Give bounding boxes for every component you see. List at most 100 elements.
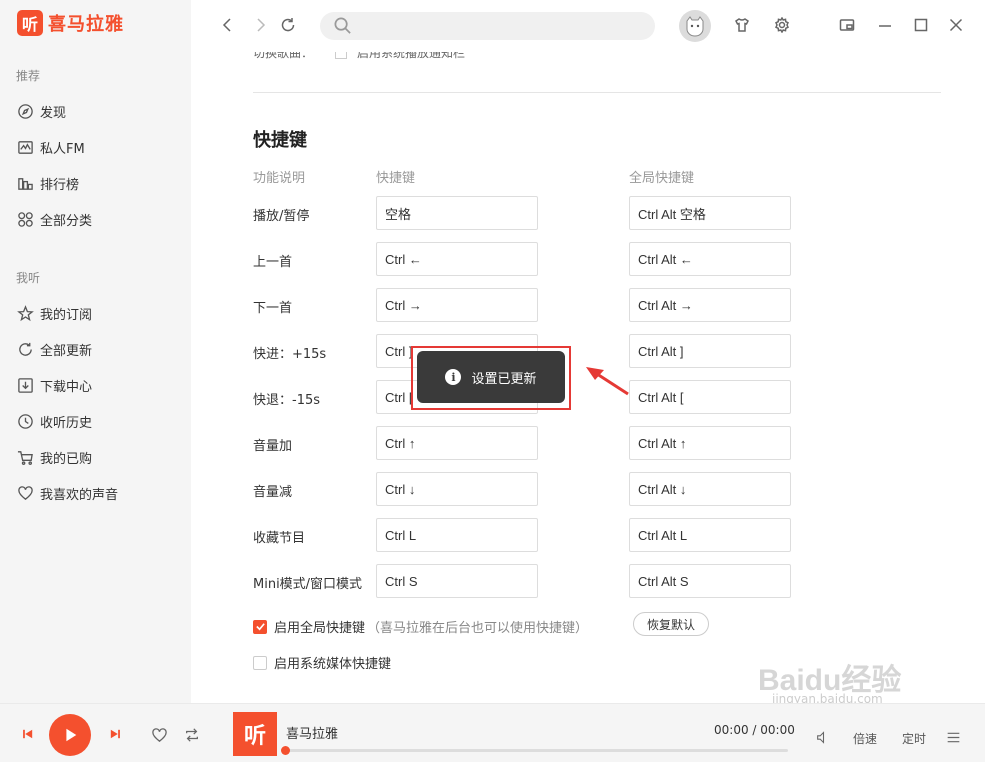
sidebar-item-updates[interactable]: 全部更新: [16, 337, 92, 361]
reload-button[interactable]: [277, 14, 299, 36]
global-shortcut-key-field[interactable]: Ctrl Alt →: [629, 288, 791, 322]
sidebar-item-ranking[interactable]: 排行榜: [16, 171, 79, 195]
sidebar-item-liked[interactable]: 我喜欢的声音: [16, 481, 118, 505]
sidebar-item-label: 收听历史: [40, 415, 93, 431]
progress-bar[interactable]: [285, 749, 788, 752]
shortcut-function-label: 快进：+15s: [253, 347, 327, 362]
shortcut-function-label: 音量加: [253, 439, 293, 454]
mini-window-icon: [839, 19, 855, 31]
close-button[interactable]: [945, 14, 967, 36]
play-time: 00:00 / 00:00: [714, 723, 795, 737]
cut-song-row: 切换歌曲： 启用系统播放通知栏: [253, 52, 465, 61]
sidebar-item-label: 全部更新: [40, 343, 93, 359]
notification-checkbox[interactable]: [335, 52, 348, 59]
global-shortcut-key-field[interactable]: Ctrl Alt S: [629, 564, 791, 598]
heart-outline-icon: [151, 727, 167, 742]
heart-icon: [16, 484, 34, 502]
mini-mode-button[interactable]: [836, 14, 858, 36]
restore-default-button[interactable]: 恢复默认: [633, 612, 709, 636]
global-shortcut-key-field[interactable]: Ctrl Alt 空格: [629, 196, 791, 230]
shortcut-key-field[interactable]: Ctrl S: [376, 564, 538, 598]
app-name: 喜马拉雅: [48, 14, 124, 35]
loop-icon: [186, 728, 198, 742]
sidebar-item-history[interactable]: 收听历史: [16, 409, 92, 433]
global-shortcut-key-field[interactable]: Ctrl Alt [: [629, 380, 791, 414]
global-shortcut-hint: （喜马拉雅在后台也可以使用快捷键）: [367, 621, 589, 636]
shortcut-function-label: 下一首: [253, 301, 293, 316]
sidebar-item-label: 私人FM: [40, 141, 85, 157]
sidebar-item-label: 我喜欢的声音: [40, 487, 119, 503]
global-shortcut-key-field[interactable]: Ctrl Alt L: [629, 518, 791, 552]
previous-button[interactable]: [18, 724, 38, 744]
shortcut-key-field[interactable]: 空格: [376, 196, 538, 230]
sidebar-item-subscriptions[interactable]: 我的订阅: [16, 301, 92, 325]
maximize-button[interactable]: [910, 14, 932, 36]
forward-button[interactable]: [249, 14, 271, 36]
shortcut-function-label: 上一首: [253, 255, 293, 270]
notification-option-label: 启用系统播放通知栏: [357, 52, 466, 60]
speed-button[interactable]: 倍速: [853, 730, 877, 747]
info-icon: i: [445, 369, 462, 385]
next-button[interactable]: [105, 724, 125, 744]
avatar[interactable]: [679, 10, 711, 42]
sidebar: 听 喜马拉雅 推荐 发现 私人FM 排行榜 全部分类 我听 我的订阅 全部更新 …: [0, 0, 191, 703]
sidebar-item-label: 我的已购: [40, 451, 93, 467]
toast-message: 设置已更新: [471, 371, 537, 387]
recommend-section-title: 推荐: [16, 69, 41, 83]
timer-button[interactable]: 定时: [902, 730, 926, 747]
shortcut-function-label: 音量减: [253, 485, 293, 500]
sidebar-item-categories[interactable]: 全部分类: [16, 207, 92, 231]
play-button[interactable]: [49, 714, 91, 756]
shortcut-function-label: 收藏节目: [253, 531, 306, 546]
back-button[interactable]: [217, 14, 239, 36]
close-icon: [949, 18, 963, 32]
cut-song-label: 切换歌曲：: [253, 52, 314, 60]
ranking-bars-icon: [16, 174, 34, 192]
skin-button[interactable]: [731, 14, 753, 36]
global-shortcut-key-field[interactable]: Ctrl Alt ↓: [629, 472, 791, 506]
playlist-button[interactable]: [944, 728, 962, 746]
shortcut-key-field[interactable]: Ctrl →: [376, 288, 538, 322]
sidebar-item-label: 全部分类: [40, 213, 93, 229]
chevron-right-icon: [257, 18, 266, 32]
minimize-button[interactable]: [874, 14, 896, 36]
loop-mode-button[interactable]: [181, 724, 203, 746]
like-button[interactable]: [148, 724, 170, 746]
app-logo[interactable]: 听 喜马拉雅: [17, 10, 124, 36]
global-shortcut-key-field[interactable]: Ctrl Alt ←: [629, 242, 791, 276]
logo-mark-icon: 听: [17, 10, 43, 36]
sidebar-item-downloads[interactable]: 下载中心: [16, 373, 92, 397]
shortcut-function-label: Mini模式/窗口模式: [253, 577, 363, 592]
shortcut-function-label: 播放/暂停: [253, 209, 310, 224]
toast: i 设置已更新: [417, 351, 565, 403]
shortcuts-heading: 快捷键: [253, 130, 307, 151]
global-shortcut-checkbox[interactable]: [253, 619, 267, 634]
cart-icon: [16, 448, 34, 466]
reload-icon: [281, 18, 295, 32]
settings-button[interactable]: [771, 14, 793, 36]
clock-icon: [16, 412, 34, 430]
shortcut-key-field[interactable]: Ctrl ←: [376, 242, 538, 276]
sidebar-item-private-fm[interactable]: 私人FM: [16, 135, 85, 159]
global-shortcut-key-field[interactable]: Ctrl Alt ↑: [629, 426, 791, 460]
sidebar-item-label: 发现: [40, 105, 67, 121]
shortcut-key-field[interactable]: Ctrl L: [376, 518, 538, 552]
media-shortcut-checkbox[interactable]: [253, 655, 267, 670]
progress-knob[interactable]: [281, 746, 290, 755]
global-shortcut-label: 启用全局快捷键: [274, 621, 366, 636]
track-title[interactable]: 喜马拉雅: [286, 723, 338, 742]
track-cover[interactable]: 听: [233, 712, 277, 756]
download-icon: [16, 376, 34, 394]
cat-avatar-icon: [686, 16, 704, 37]
search-input[interactable]: [320, 12, 655, 40]
sidebar-item-purchased[interactable]: 我的已购: [16, 445, 92, 469]
volume-button[interactable]: [814, 728, 832, 746]
shortcut-key-field[interactable]: Ctrl ↑: [376, 426, 538, 460]
compass-icon: [16, 102, 34, 120]
global-shortcut-option: 启用全局快捷键 （喜马拉雅在后台也可以使用快捷键）: [253, 617, 588, 636]
shortcut-key-field[interactable]: Ctrl ↓: [376, 472, 538, 506]
global-shortcut-key-field[interactable]: Ctrl Alt ]: [629, 334, 791, 368]
col-global-header: 全局快捷键: [629, 171, 695, 186]
sidebar-item-discover[interactable]: 发现: [16, 99, 66, 123]
col-function-header: 功能说明: [253, 171, 306, 186]
